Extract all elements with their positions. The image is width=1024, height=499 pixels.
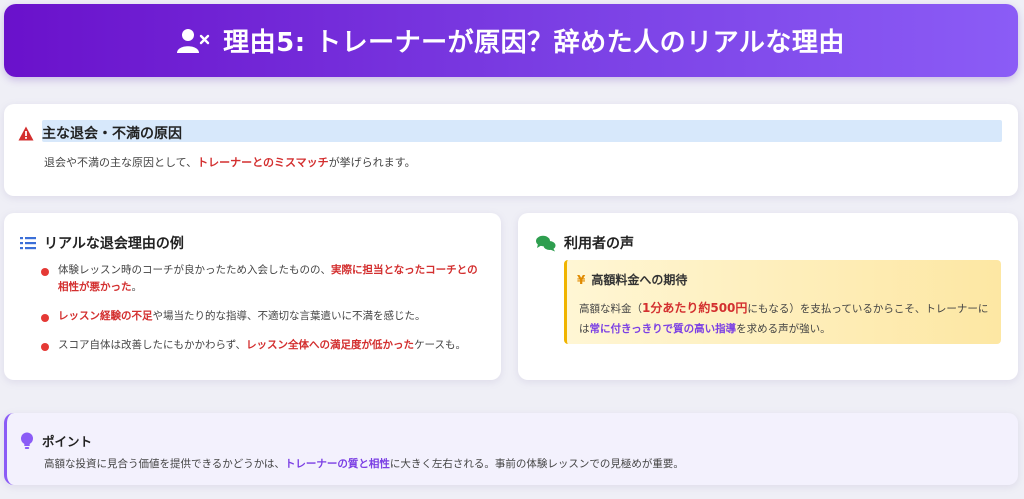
text-segment: や場当たり的な指導、不適切な言葉遣いに不満を感じた。 xyxy=(152,310,426,322)
voices-title: 利用者の声 xyxy=(564,236,634,252)
text-segment: が挙げられます。 xyxy=(328,156,416,169)
examples-header: リアルな退会理由の例 xyxy=(20,233,184,253)
page-header: 理由5: トレーナーが原因？辞めた人のリアルな理由 xyxy=(4,4,1018,77)
expectation-box: ¥ 高額料金への期待 高額な料金（1分あたり約500円にもなる）を支払っているか… xyxy=(564,260,1001,344)
bullet-icon xyxy=(41,343,49,351)
expectation-text: 高額な料金（1分あたり約500円にもなる）を支払っているからこそ、トレーナーには… xyxy=(579,298,994,339)
page-title: 理由5: トレーナーが原因？辞めた人のリアルな理由 xyxy=(223,28,845,58)
point-header: ポイント xyxy=(20,431,92,450)
list-item: 体験レッスン時のコーチが良かったため入会したものの、実際に担当となったコーチとの… xyxy=(40,262,484,296)
main-causes-title: 主な退会・不満の原因 xyxy=(42,126,182,142)
text-segment: 。 xyxy=(131,281,143,293)
main-causes-header: 主な退会・不満の原因 xyxy=(18,123,182,143)
price-highlight: 1分あたり約500円 xyxy=(642,301,748,315)
title-highlight xyxy=(42,120,1002,142)
bullet-icon xyxy=(41,268,49,276)
yen-icon: ¥ xyxy=(577,272,586,287)
text-segment: 高額な投資に見合う価値を提供できるかどうかは、 xyxy=(44,458,285,470)
list-icon xyxy=(20,237,36,250)
expectation-title: 高額料金への期待 xyxy=(591,273,688,287)
text-segment: 体験レッスン時のコーチが良かったため入会したものの、 xyxy=(58,264,331,276)
highlight-text: レッスン経験の不足 xyxy=(58,310,153,322)
highlight-text: レッスン全体への満足度が低かった xyxy=(246,339,415,351)
text-segment: スコア自体は改善したにもかかわらず、 xyxy=(58,339,247,351)
point-card xyxy=(4,413,1018,485)
lightbulb-icon xyxy=(21,432,33,449)
text-segment: 退会や不満の主な原因として、 xyxy=(44,156,198,169)
list-item: スコア自体は改善したにもかかわらず、レッスン全体への満足度が低かったケースも。 xyxy=(40,337,484,354)
text-segment: ケースも。 xyxy=(414,339,467,351)
bullet-icon xyxy=(41,314,49,322)
text-segment: に大きく左右される。事前の体験レッスンでの見極めが重要。 xyxy=(389,458,684,470)
main-causes-card xyxy=(4,104,1018,196)
comments-icon xyxy=(536,235,556,251)
text-segment: を求める声が強い。 xyxy=(736,323,831,335)
highlight-text: トレーナーの質と相性 xyxy=(284,458,390,470)
point-title: ポイント xyxy=(42,434,93,449)
highlight-text: 常に付きっきりで質の高い指導 xyxy=(589,323,737,335)
voices-header: 利用者の声 xyxy=(536,233,634,253)
user-times-icon xyxy=(177,28,210,53)
expectation-header: ¥ 高額料金への期待 xyxy=(577,271,687,288)
warning-icon xyxy=(18,126,34,140)
examples-title: リアルな退会理由の例 xyxy=(44,236,184,252)
main-causes-text: 退会や不満の主な原因として、トレーナーとのミスマッチが挙げられます。 xyxy=(44,154,416,170)
highlight-text: トレーナーとのミスマッチ xyxy=(197,156,329,169)
text-segment: 高額な料金（ xyxy=(579,303,642,315)
list-item: レッスン経験の不足や場当たり的な指導、不適切な言葉遣いに不満を感じた。 xyxy=(40,308,484,325)
reasons-list: 体験レッスン時のコーチが良かったため入会したものの、実際に担当となったコーチとの… xyxy=(40,262,484,366)
point-text: 高額な投資に見合う価値を提供できるかどうかは、トレーナーの質と相性に大きく左右さ… xyxy=(44,456,684,471)
